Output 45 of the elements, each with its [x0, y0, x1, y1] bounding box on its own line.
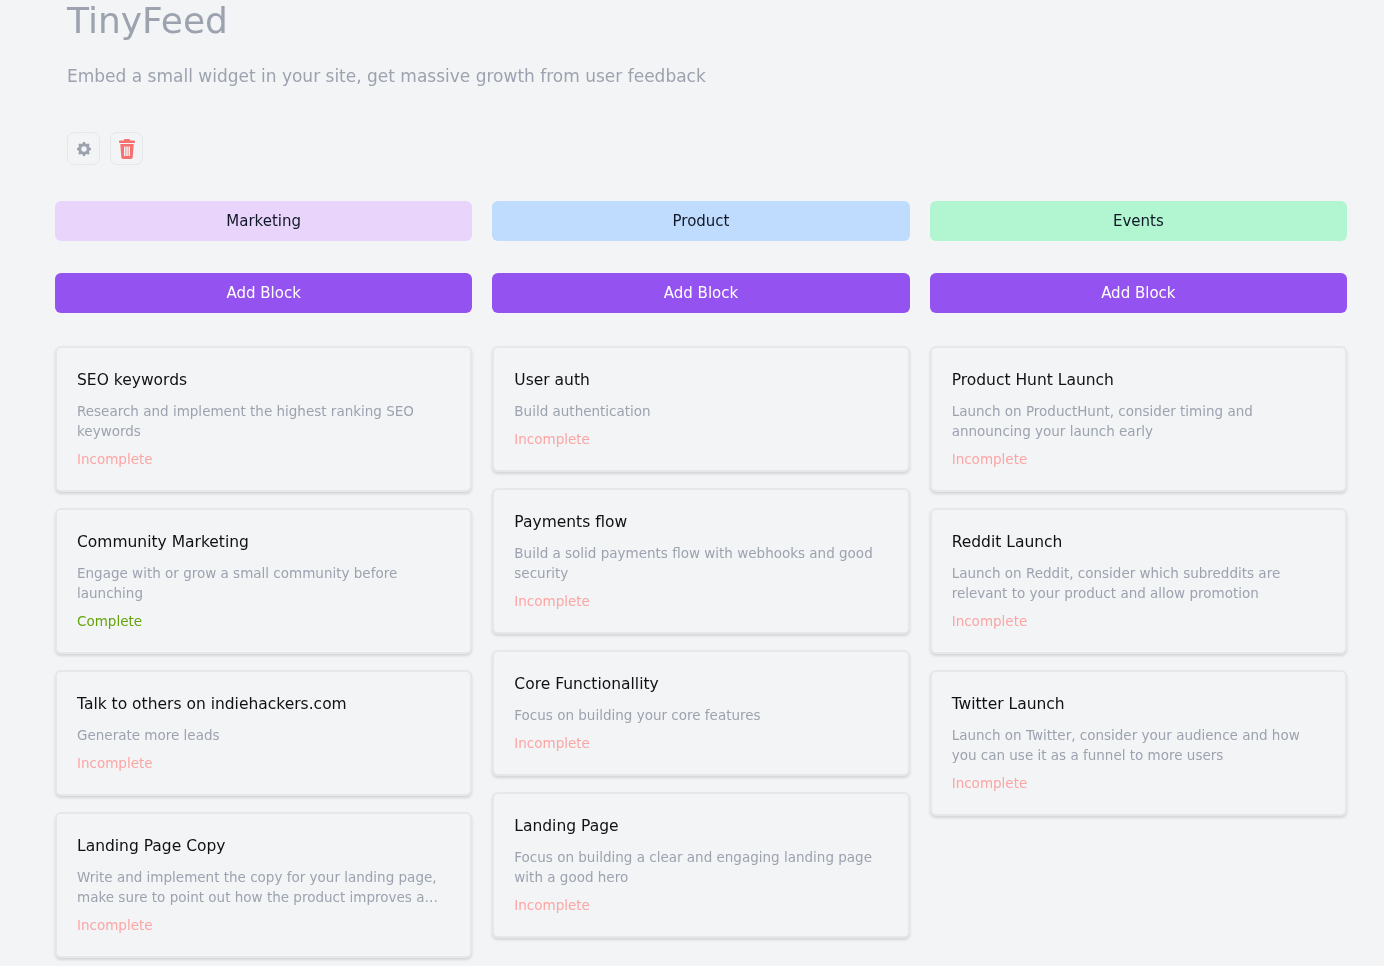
task-title: Twitter Launch [951, 694, 1066, 715]
task-status: Incomplete [77, 916, 154, 935]
add-block-button[interactable]: Add Block [929, 273, 1347, 313]
task-description: Launch on Twitter, consider your audience and how you can use it as a funnel to more users [951, 726, 1301, 765]
task-title: Product Hunt Launch [951, 370, 1115, 391]
add-block-button[interactable]: Add Block [492, 273, 910, 313]
task-description: Launch on Reddit, consider which subreddits are relevant to your product and allow promotion [951, 564, 1282, 603]
task-description: Write and implement the copy for your landing page, make sure to point out how the product improves a… [77, 868, 439, 907]
task-title: Landing Page Copy [77, 836, 227, 857]
column-heading: Events [929, 201, 1347, 241]
column-heading: Marketing [55, 201, 473, 241]
add-block-button[interactable]: Add Block [55, 273, 473, 313]
column-heading: Product [492, 201, 910, 241]
task-description: Research and implement the highest ranking SEO keywords [77, 402, 415, 441]
task-status: Incomplete [77, 450, 154, 469]
task-title: Payments flow [514, 512, 629, 533]
task-status: Complete [77, 612, 144, 631]
task-status: Incomplete [514, 734, 591, 753]
task-status: Incomplete [951, 774, 1029, 793]
task-title: Reddit Launch [951, 532, 1064, 553]
task-description: Build a solid payments flow with webhooks and good security [514, 544, 874, 583]
task-title: Core Functionallity [514, 674, 660, 695]
task-title: Community Marketing [77, 532, 250, 553]
trash-icon [118, 138, 135, 159]
task-title: User auth [514, 370, 591, 391]
task-title: Talk to others on indiehackers.com [77, 694, 348, 715]
task-status: Incomplete [514, 896, 591, 915]
task-status: Incomplete [514, 430, 591, 449]
task-title: SEO keywords [77, 370, 189, 391]
task-description: Focus on building a clear and engaging landing page with a good hero [514, 848, 873, 887]
task-status: Incomplete [77, 754, 154, 773]
task-status: Incomplete [514, 592, 591, 611]
task-title: Landing Page [514, 816, 620, 837]
task-description: Engage with or grow a small community before launching [77, 564, 399, 603]
settings-button[interactable] [67, 132, 100, 165]
task-description: Generate more leads [77, 726, 221, 745]
task-status: Incomplete [951, 450, 1029, 469]
app-tagline: Embed a small widget in your site, get massive growth from user feedback [67, 65, 707, 88]
task-status: Incomplete [951, 612, 1029, 631]
task-description: Build authentication [514, 402, 652, 421]
task-description: Launch on ProductHunt, consider timing and announcing your launch early [951, 402, 1254, 441]
delete-button[interactable] [110, 132, 143, 165]
task-description: Focus on building your core features [514, 706, 762, 725]
app-title: TinyFeed [67, 0, 229, 41]
settings-icon [74, 139, 93, 158]
